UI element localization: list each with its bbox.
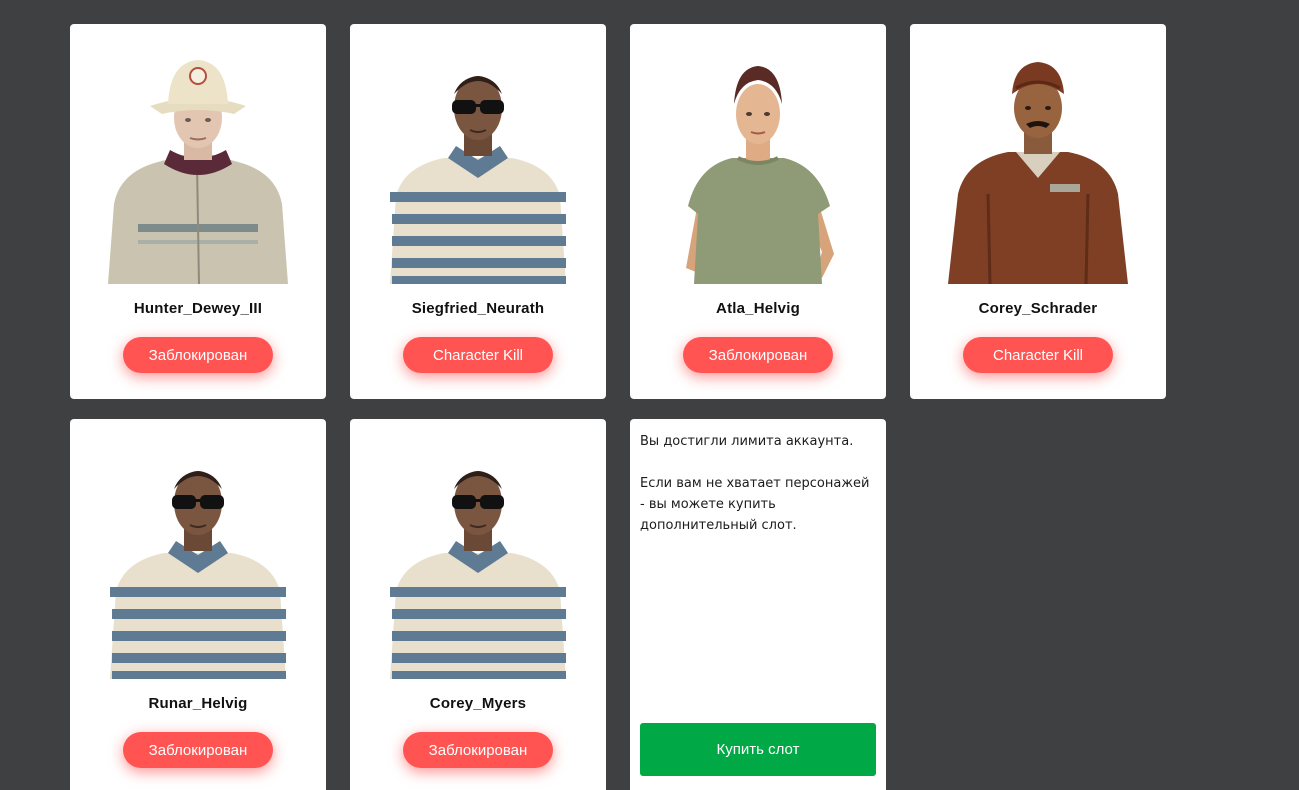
character-card[interactable]: Corey_Schrader Character Kill: [910, 24, 1166, 399]
character-select-screen: Hunter_Dewey_III Заблокирован Siegfried_…: [0, 0, 1299, 790]
character-card[interactable]: Siegfried_Neurath Character Kill: [350, 24, 606, 399]
character-name: Atla_Helvig: [716, 300, 800, 317]
character-card[interactable]: Atla_Helvig Заблокирован: [630, 24, 886, 399]
character-name: Corey_Schrader: [978, 300, 1098, 317]
character-name: Corey_Myers: [429, 695, 527, 712]
character-card[interactable]: Runar_Helvig Заблокирован: [70, 419, 326, 790]
character-portrait: [658, 54, 858, 286]
buy-slot-hint-text: Если вам не хватает персонажей - вы може…: [640, 476, 870, 533]
character-card[interactable]: Hunter_Dewey_III Заблокирован: [70, 24, 326, 399]
limit-reached-text: Вы достигли лимита аккаунта.: [640, 434, 854, 449]
character-portrait: [378, 449, 578, 681]
character-portrait: [938, 54, 1138, 286]
account-limit-card: Вы достигли лимита аккаунта. Если вам не…: [630, 419, 886, 790]
character-portrait: [98, 449, 298, 681]
character-name: Runar_Helvig: [148, 695, 248, 712]
character-portrait: [98, 54, 298, 286]
character-name: Hunter_Dewey_III: [133, 300, 263, 317]
character-status-button[interactable]: Заблокирован: [123, 732, 273, 768]
character-card[interactable]: Corey_Myers Заблокирован: [350, 419, 606, 790]
character-status-button[interactable]: Заблокирован: [683, 337, 833, 373]
character-status-button[interactable]: Заблокирован: [123, 337, 273, 373]
character-portrait: [378, 54, 578, 286]
character-name: Siegfried_Neurath: [411, 300, 545, 317]
buy-slot-button[interactable]: Купить слот: [640, 723, 876, 776]
character-status-button[interactable]: Заблокирован: [403, 732, 553, 768]
character-status-button[interactable]: Character Kill: [963, 337, 1113, 373]
character-status-button[interactable]: Character Kill: [403, 337, 553, 373]
